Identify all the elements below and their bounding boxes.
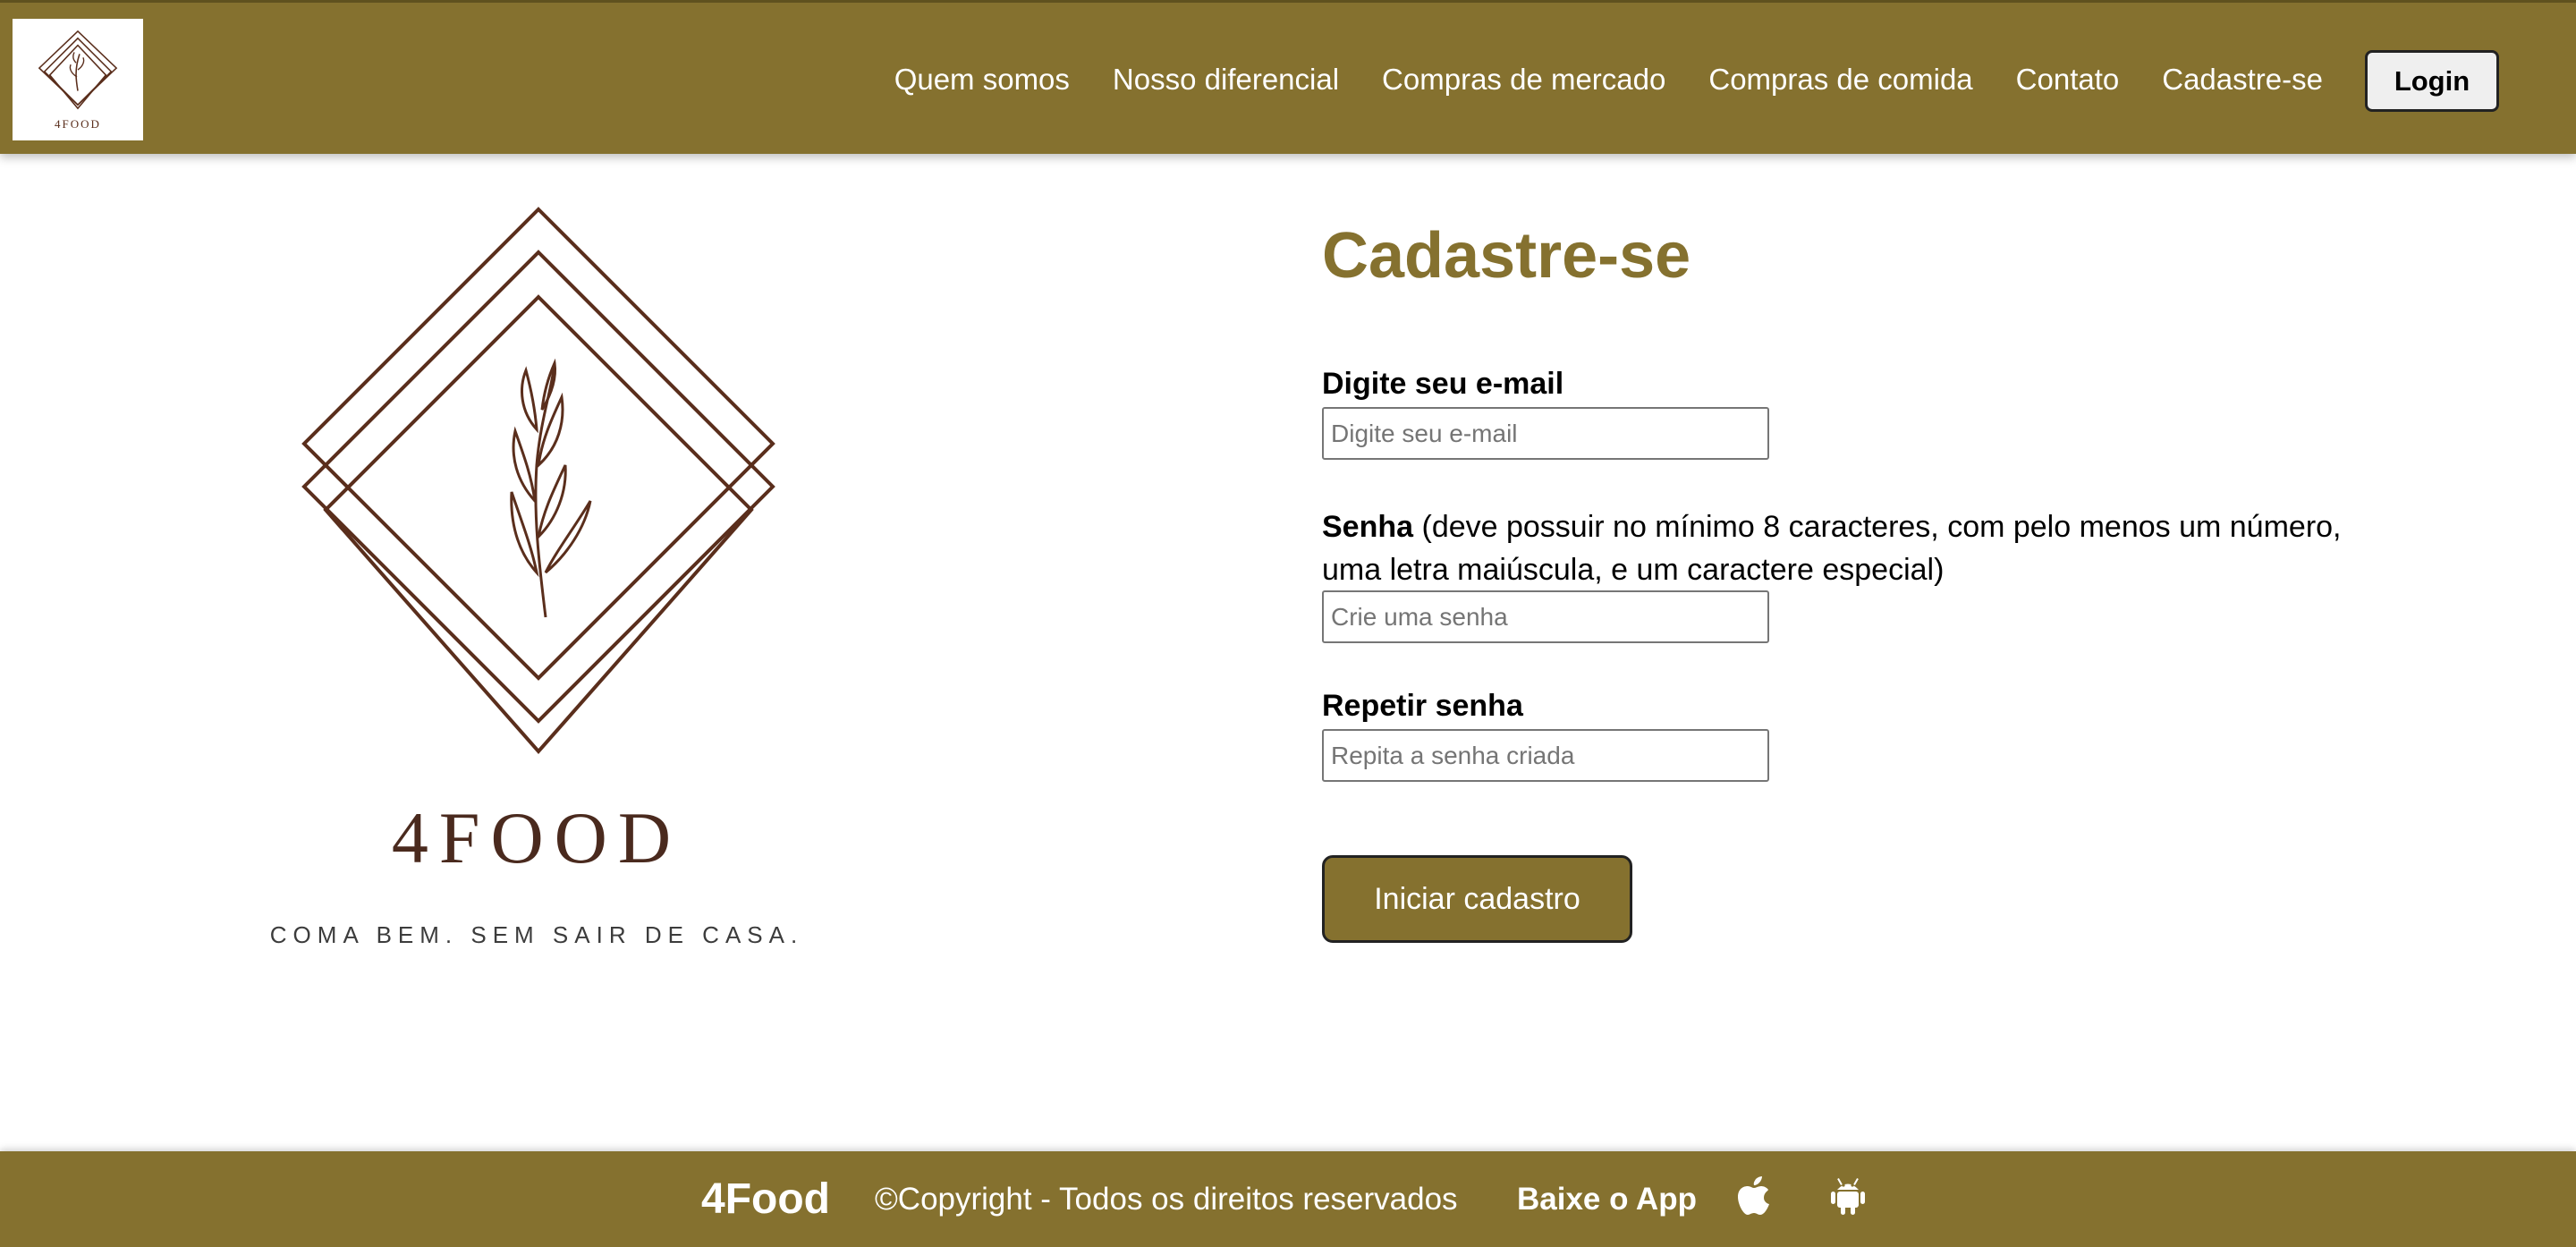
nav-link-nosso-diferencial[interactable]: Nosso diferencial [1113,63,1339,97]
password-label: Senha (deve possuir no mínimo 8 caracter… [1322,505,2360,591]
nav-link-contato[interactable]: Contato [2016,63,2120,97]
plant-sprig-icon [510,358,592,618]
android-icon[interactable] [1826,1173,1869,1219]
nav-link-compras-comida[interactable]: Compras de comida [1708,63,1972,97]
footer-copyright: ©Copyright - Todos os direitos reservado… [875,1182,1458,1217]
top-navbar: 4FOOD Quem somos Nosso diferencial Compr… [0,0,2576,154]
apple-icon[interactable] [1733,1173,1776,1219]
footer-brand: 4Food [701,1175,830,1223]
brand-tagline: COMA BEM. SEM SAIR DE CASA. [269,921,804,948]
nav-link-compras-mercado[interactable]: Compras de mercado [1382,63,1665,97]
repeat-password-label: Repetir senha [1322,689,1523,724]
repeat-password-label-text: Repetir senha [1322,689,1523,723]
footer: 4Food ©Copyright - Todos os direitos res… [0,1151,2576,1247]
login-button[interactable]: Login [2365,50,2499,112]
header-logo-text: 4FOOD [55,117,101,131]
plant-diamond-icon [38,30,118,110]
email-label: Digite seu e-mail [1322,367,1563,402]
password-label-bold: Senha [1322,510,1414,544]
password-field[interactable] [1322,590,1769,643]
download-app-label: Baixe o App [1517,1182,1697,1217]
header-logo[interactable]: 4FOOD [13,19,143,140]
nav-link-cadastre-se[interactable]: Cadastre-se [2162,63,2323,97]
nav-link-quem-somos[interactable]: Quem somos [894,63,1070,97]
brand-logo-emblem [301,207,775,755]
page-title: Cadastre-se [1322,220,1691,292]
email-field[interactable] [1322,407,1769,460]
password-requirements: (deve possuir no mínimo 8 caracteres, co… [1322,510,2342,587]
repeat-password-field[interactable] [1322,729,1769,782]
submit-registration-button[interactable]: Iniciar cadastro [1322,855,1632,943]
email-label-text: Digite seu e-mail [1322,367,1564,401]
brand-wordmark: 4FOOD [391,797,682,878]
main-nav: Quem somos Nosso diferencial Compras de … [852,3,2323,157]
